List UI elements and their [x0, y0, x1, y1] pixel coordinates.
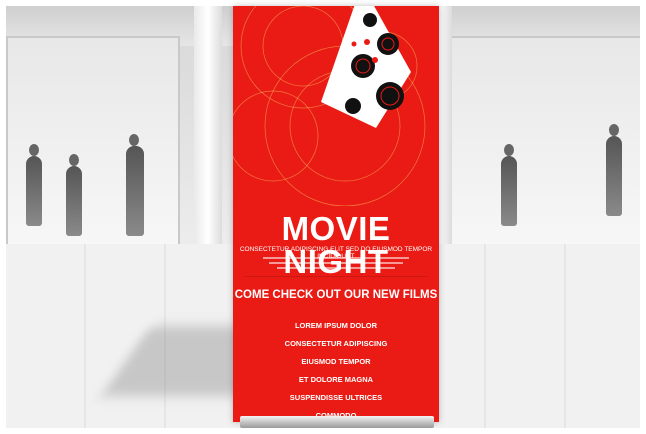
- poster-headline: COME CHECK OUT OUR NEW FILMS: [234, 289, 438, 301]
- film-list: LOREM IPSUM DOLOR CONSECTETUR ADIPISCING…: [233, 317, 439, 422]
- shopper-figure: [66, 154, 82, 236]
- shopper-figure: [26, 144, 42, 226]
- fine-print-line: [269, 262, 403, 264]
- film-list-item: EIUSMOD TEMPOR: [301, 357, 371, 366]
- film-reel-icon: [233, 6, 426, 206]
- movie-night-banner: MOVIE NIGHT CONSECTETUR ADIPISCING ELIT …: [233, 6, 439, 422]
- shopper-figure: [606, 124, 622, 216]
- fine-print-line: [277, 267, 395, 269]
- film-list-item: SUSPENDISSE ULTRICES: [289, 393, 383, 402]
- film-list-item: ET DOLORE MAGNA: [298, 375, 374, 384]
- poster-divider: [245, 276, 427, 277]
- banner-stand-base: [240, 416, 434, 428]
- film-list-item: CONSECTETUR ADIPISCING: [284, 339, 388, 348]
- fine-print-line: [263, 257, 409, 259]
- shopper-figure: [126, 134, 144, 236]
- shopper-figure: [501, 144, 517, 226]
- film-list-item: LOREM IPSUM DOLOR: [294, 321, 378, 330]
